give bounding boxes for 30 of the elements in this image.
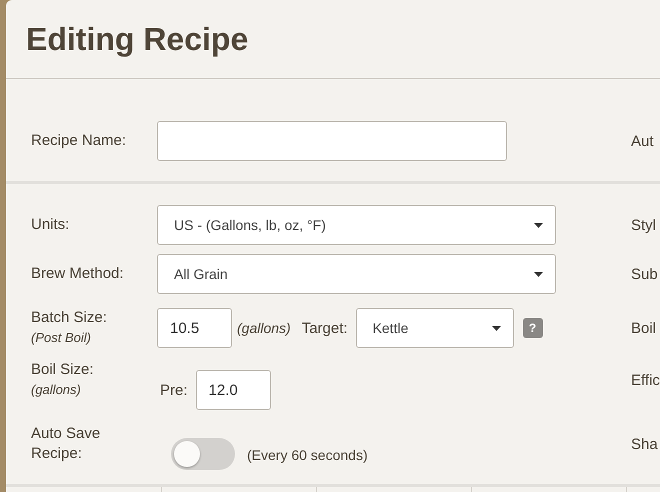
field-label: Effic: [631, 372, 660, 388]
brew-method-dropdown[interactable]: All Grain: [157, 254, 556, 294]
unit-label: (gallons): [237, 320, 291, 336]
field-label: Sha: [631, 436, 658, 452]
field-label: Aut: [631, 132, 654, 150]
batch-size-field[interactable]: 10.5: [157, 308, 232, 348]
field-label: Recipe Name:: [31, 131, 128, 151]
caret-icon: [534, 272, 543, 276]
field-label: Sub: [631, 266, 658, 282]
caret-icon: [492, 326, 501, 330]
field-label: Boil Size:: [31, 360, 95, 380]
field-label: Auto Save Recipe:: [31, 424, 102, 464]
target-dropdown[interactable]: Kettle: [356, 308, 514, 348]
recipe-name-field[interactable]: [157, 121, 507, 161]
auto-save-toggle[interactable]: [171, 438, 235, 470]
field-label: Brew Method:: [31, 264, 125, 284]
field-note: (Post Boil): [31, 329, 92, 347]
field-label: Units:: [31, 215, 70, 235]
field-label: Target:: [302, 320, 348, 336]
field-note: (gallons): [31, 381, 82, 399]
boil-size-field[interactable]: 12.0: [196, 370, 271, 410]
page-title: Editing Recipe: [26, 20, 248, 58]
field-label: Batch Size:: [31, 308, 108, 328]
hint-text: (Every 60 seconds): [247, 447, 368, 463]
help-button[interactable]: ?: [522, 318, 543, 338]
field-label: Pre:: [160, 382, 188, 398]
field-label: Styl: [631, 216, 656, 234]
caret-icon: [534, 222, 543, 228]
units-dropdown[interactable]: US - (Gallons, lb, oz, °F): [157, 205, 556, 245]
field-label: Boil: [631, 320, 656, 336]
